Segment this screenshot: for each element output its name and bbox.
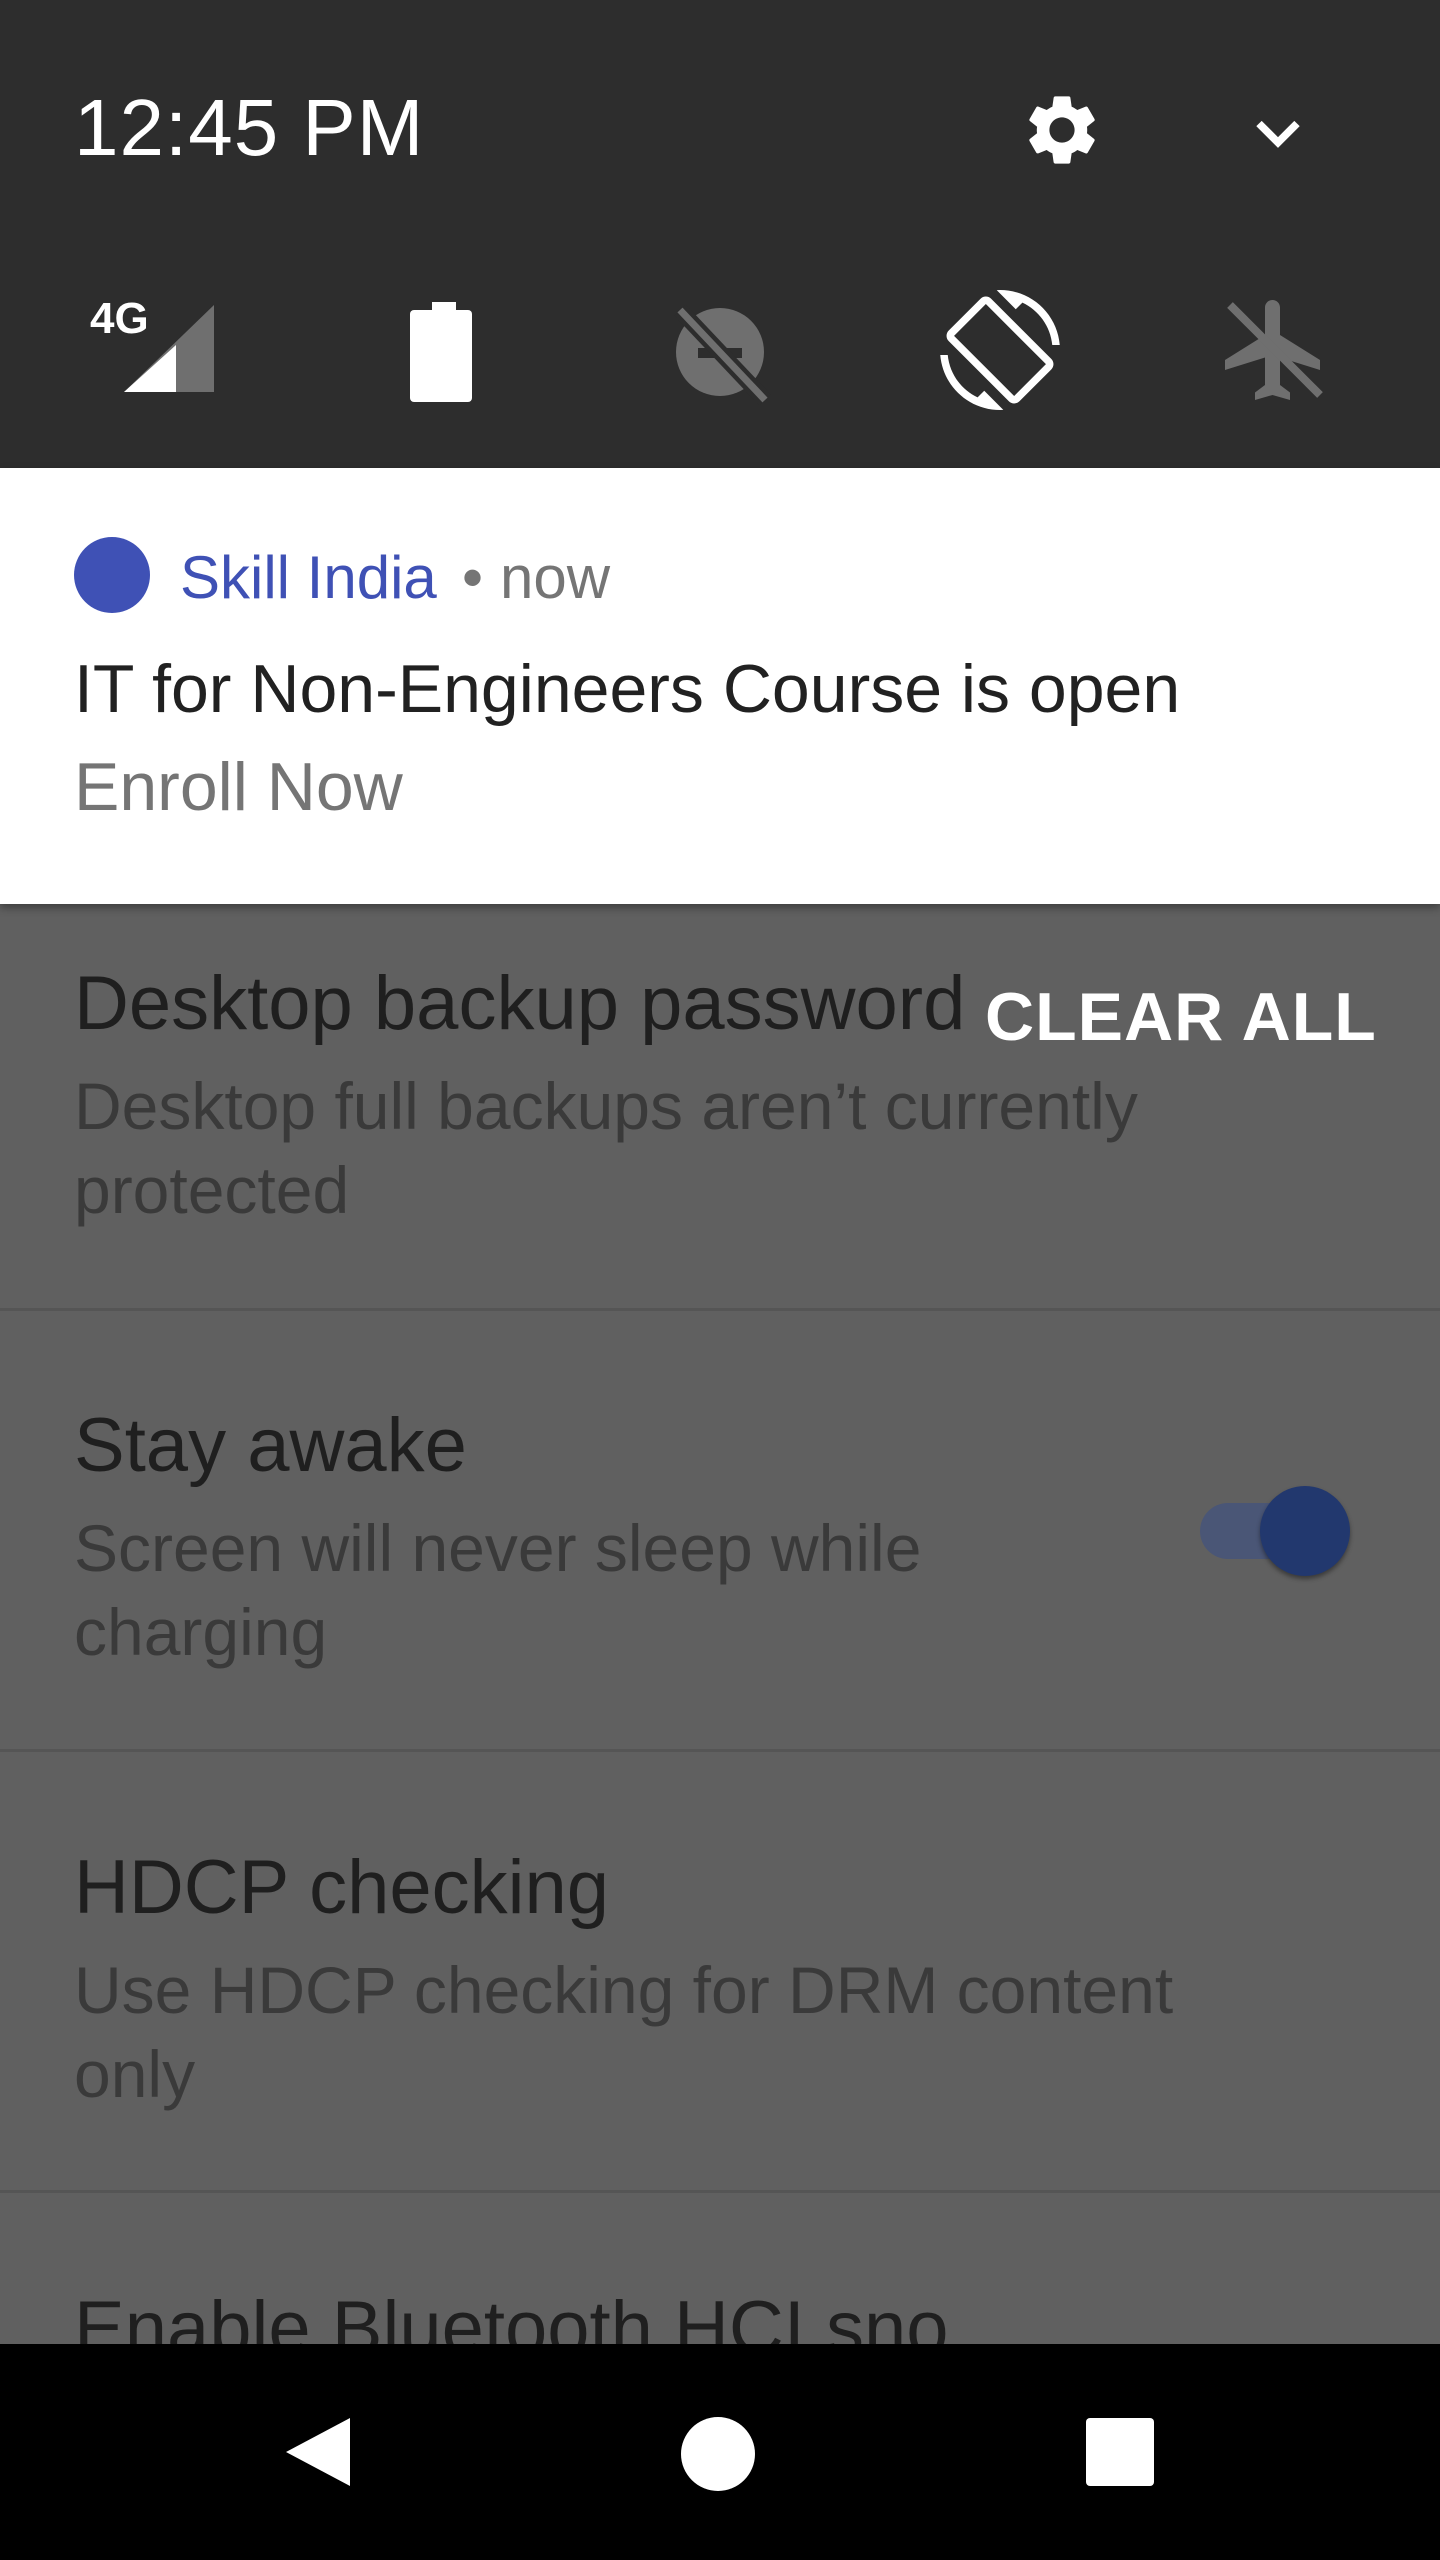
notification-app-name: Skill India bbox=[180, 544, 437, 611]
battery-tile[interactable] bbox=[380, 290, 500, 410]
setting-subtitle: Desktop full backups aren’t currently pr… bbox=[74, 1069, 1138, 1227]
auto-rotate-tile[interactable] bbox=[940, 290, 1060, 410]
setting-title: Desktop backup password bbox=[74, 961, 966, 1046]
signal-4g-tile[interactable]: 4G bbox=[88, 290, 214, 410]
battery-icon bbox=[410, 302, 472, 402]
setting-subtitle: Screen will never sleep while charging bbox=[74, 1511, 922, 1669]
notification-title: IT for Non-Engineers Course is open bbox=[74, 651, 1181, 727]
expand-chevron-icon[interactable] bbox=[1240, 95, 1316, 171]
airplane-mode-icon bbox=[1225, 300, 1323, 400]
network-type-label: 4G bbox=[90, 294, 149, 343]
home-icon[interactable] bbox=[678, 2414, 758, 2494]
status-time: 12:45 PM bbox=[74, 83, 425, 172]
recents-icon[interactable] bbox=[1084, 2416, 1156, 2488]
clear-all-button[interactable]: CLEAR ALL bbox=[985, 978, 1377, 1056]
setting-title: HDCP checking bbox=[74, 1845, 610, 1930]
settings-gear-icon[interactable] bbox=[1020, 88, 1104, 172]
setting-bluetooth-hci-snoop[interactable]: Enable Bluetooth HCI sno bbox=[0, 2193, 1440, 2344]
setting-subtitle: Use HDCP checking for DRM content only bbox=[74, 1953, 1174, 2111]
data-saver-tile[interactable] bbox=[660, 290, 780, 410]
setting-title: Stay awake bbox=[74, 1403, 467, 1488]
back-icon[interactable] bbox=[280, 2412, 360, 2492]
notification-time: now bbox=[500, 544, 611, 611]
setting-title: Enable Bluetooth HCI sno bbox=[74, 2286, 949, 2344]
stay-awake-toggle-thumb[interactable] bbox=[1260, 1486, 1350, 1576]
notification-separator: • bbox=[462, 544, 484, 611]
airplane-mode-tile[interactable] bbox=[1215, 290, 1335, 410]
auto-rotate-icon bbox=[940, 290, 1060, 410]
notification-text: Enroll Now bbox=[74, 749, 403, 825]
app-icon bbox=[74, 537, 150, 613]
data-saver-off-icon bbox=[674, 304, 771, 406]
